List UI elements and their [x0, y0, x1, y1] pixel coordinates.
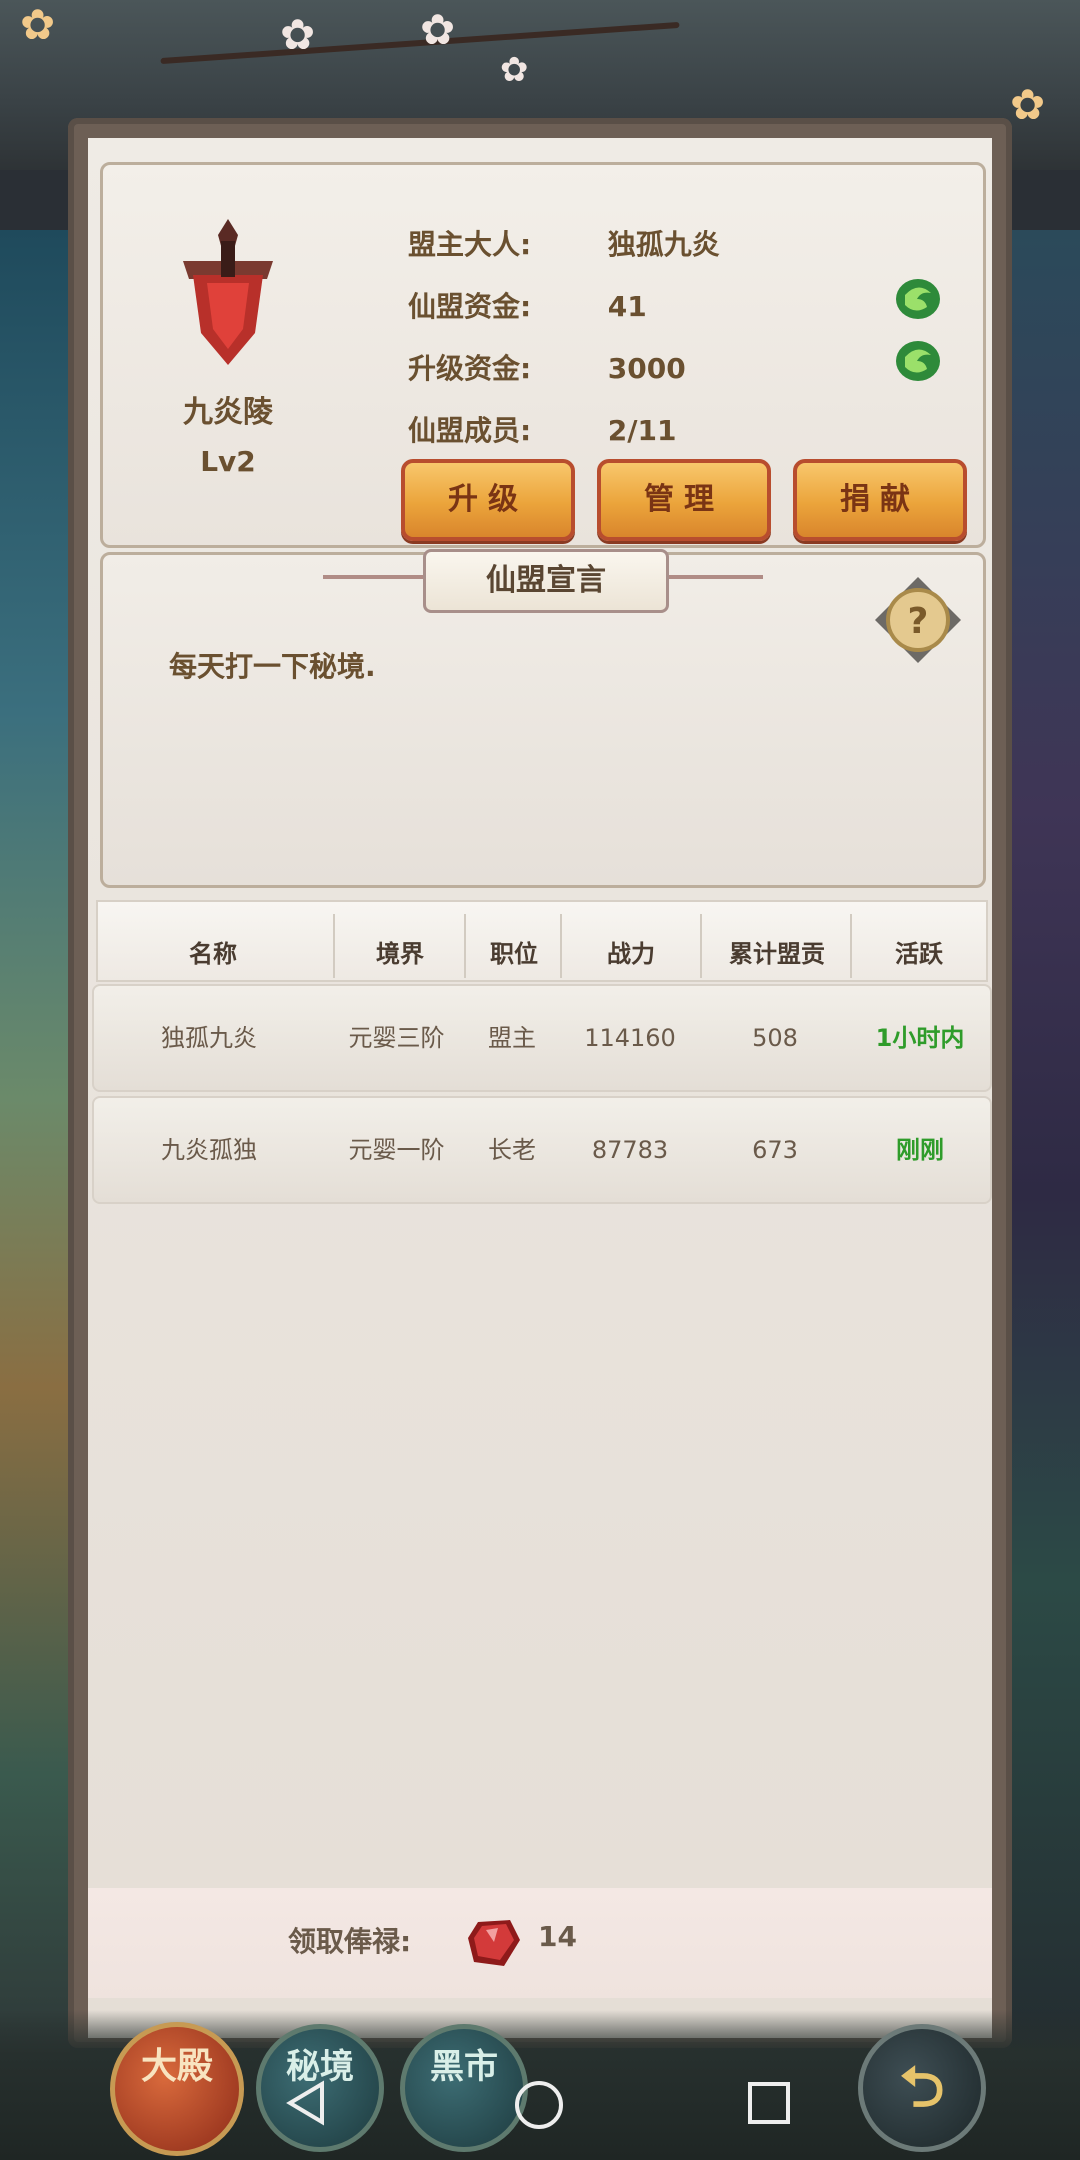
header-contribution: 累计盟贡: [729, 940, 825, 968]
flower-icon: ✿: [500, 50, 529, 90]
nav-black-market-button[interactable]: 黑市: [400, 2024, 528, 2152]
donate-button[interactable]: 捐献: [793, 459, 967, 541]
nav-main-hall-label: 大殿: [140, 2046, 213, 2087]
nav-main-hall-button[interactable]: 大殿: [110, 2022, 244, 2156]
info-value: 2/11: [607, 414, 677, 447]
header-realm: 境界: [376, 940, 424, 968]
flower-icon: ✿: [420, 5, 456, 54]
flower-icon: ✿: [1010, 80, 1046, 129]
flower-icon: ✿: [20, 0, 56, 49]
manage-button[interactable]: 管理: [597, 459, 771, 541]
member-realm: 元婴一阶: [348, 1136, 445, 1164]
info-label: 仙盟成员:: [408, 414, 532, 447]
sword-emblem-icon: [183, 219, 273, 365]
salary-value: 14: [538, 1920, 577, 1953]
member-position: 长老: [488, 1136, 536, 1164]
svg-text:?: ?: [908, 601, 929, 642]
member-power: 114160: [584, 1024, 676, 1052]
member-table-header: 名称 境界 职位 战力 累计盟贡 活跃: [96, 900, 988, 982]
info-value: 41: [607, 290, 647, 323]
member-name: 独孤九炎: [161, 1024, 257, 1052]
member-name: 九炎孤独: [161, 1136, 257, 1164]
declaration-text: 每天打一下秘境.: [169, 650, 376, 683]
info-row-funds: 仙盟资金: 41: [408, 285, 647, 325]
guild-level: Lv2: [200, 445, 256, 478]
member-realm: 元婴三阶: [348, 1024, 445, 1052]
member-active-status: 刚刚: [896, 1136, 944, 1164]
info-value: 3000: [607, 352, 686, 385]
title-ornament-left: [323, 575, 423, 579]
coin-icon: [896, 341, 940, 381]
nav-back-icon[interactable]: [282, 2078, 332, 2128]
salary-bar: 领取俸禄: 14: [88, 1888, 992, 1998]
title-ornament-right: [663, 575, 763, 579]
member-position: 盟主: [488, 1024, 536, 1052]
member-row[interactable]: 独孤九炎 元婴三阶 盟主 114160 508 1小时内: [92, 984, 992, 1092]
declaration-title: 仙盟宣言: [423, 549, 669, 613]
declaration-card: 仙盟宣言 ? 每天打一下秘境.: [100, 549, 986, 888]
info-row-members: 仙盟成员: 2/11: [408, 409, 676, 449]
salary-label: 领取俸禄:: [288, 1925, 412, 1958]
nav-black-market-label: 黑市: [430, 2047, 498, 2087]
info-value: 独孤九炎: [607, 228, 720, 261]
nav-home-icon[interactable]: [512, 2078, 566, 2132]
header-power: 战力: [607, 940, 655, 968]
member-contribution: 673: [752, 1136, 798, 1164]
guild-name: 九炎陵: [183, 395, 273, 430]
background-scenery-left: [0, 230, 70, 2160]
back-arrow-icon[interactable]: ⮌: [858, 2024, 986, 2152]
nav-recent-icon[interactable]: [744, 2078, 794, 2128]
info-row-leader: 盟主大人: 独孤九炎: [408, 223, 720, 263]
coin-icon: [896, 279, 940, 319]
help-icon[interactable]: ?: [873, 575, 963, 665]
info-row-upgrade-funds: 升级资金: 3000: [408, 347, 686, 387]
guild-info-card: 九炎陵 Lv2 盟主大人: 独孤九炎 仙盟资金: 41 升级资金: 3000 仙…: [100, 162, 986, 548]
gem-icon[interactable]: [464, 1912, 524, 1972]
member-active-status: 1小时内: [875, 1024, 965, 1052]
upgrade-button[interactable]: 升级: [401, 459, 575, 541]
flower-icon: ✿: [280, 10, 316, 59]
background-scenery-right: [1010, 230, 1080, 2160]
member-contribution: 508: [752, 1024, 798, 1052]
header-name: 名称: [189, 940, 237, 968]
info-label: 升级资金:: [408, 352, 532, 385]
member-row[interactable]: 九炎孤独 元婴一阶 长老 87783 673 刚刚: [92, 1096, 992, 1204]
info-label: 盟主大人:: [408, 228, 532, 261]
header-active: 活跃: [895, 940, 943, 968]
info-label: 仙盟资金:: [408, 290, 532, 323]
header-position: 职位: [490, 940, 538, 968]
member-power: 87783: [591, 1136, 669, 1164]
